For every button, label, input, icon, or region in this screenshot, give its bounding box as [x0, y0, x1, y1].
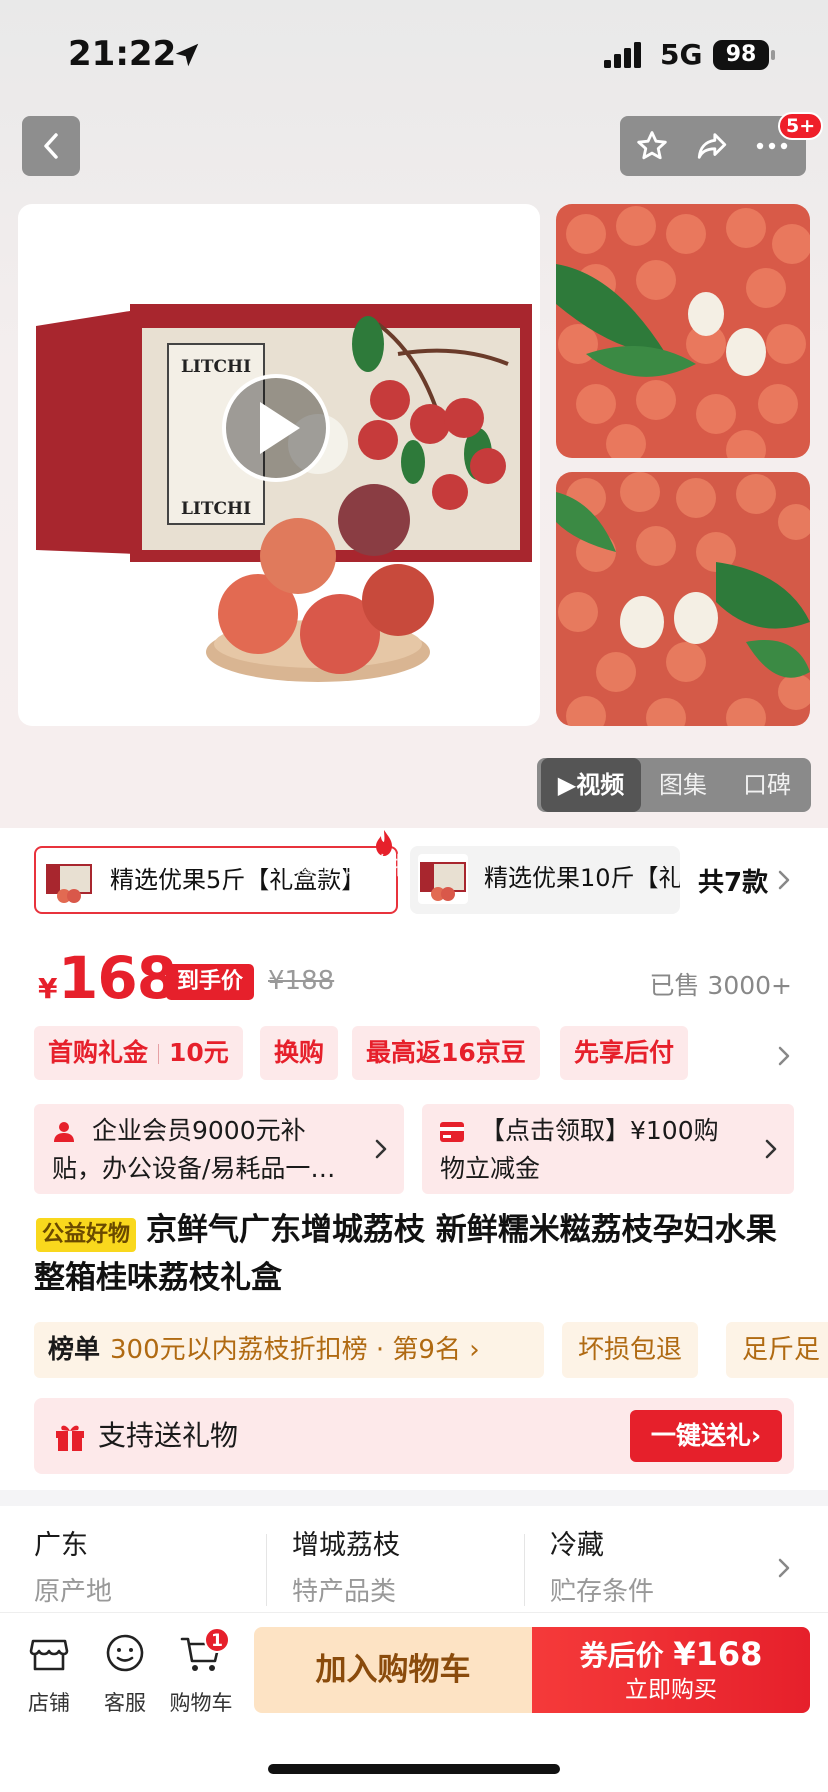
service-tag[interactable]: 足斤足 — [726, 1322, 828, 1378]
attribute-value: 广东 — [34, 1530, 88, 1561]
promo-label: 换购 — [274, 1038, 325, 1067]
attribute-divider — [266, 1534, 267, 1606]
customer-service-icon — [106, 1634, 144, 1672]
promo-label: 先享后付 — [574, 1038, 675, 1067]
attribute-value: 增城荔枝 — [292, 1530, 400, 1561]
variant-thumbnail — [418, 854, 468, 904]
favorite-button[interactable] — [632, 126, 672, 166]
tab-gallery[interactable]: 图集 — [641, 758, 725, 812]
coupon-text: 企业会员9000元补贴，办公设备/易耗品一… — [52, 1116, 336, 1183]
share-icon — [697, 133, 727, 159]
chevron-right-icon — [765, 1139, 777, 1159]
cellular-signal-icon — [604, 42, 641, 68]
shop-button[interactable]: 店铺 — [14, 1631, 84, 1717]
charity-badge: 公益好物 — [36, 1218, 137, 1252]
coupon-cashback[interactable]: 【点击领取】¥100购物立减金 — [422, 1104, 794, 1194]
tab-reviews[interactable]: 口碑 — [725, 758, 809, 812]
variant-option[interactable]: 精选优果10斤【礼 — [410, 846, 680, 914]
status-bar: 21:22 5G 98 — [0, 0, 828, 110]
ranking-banner[interactable]: 榜单 300元以内荔枝折扣榜 · 第9名 › — [34, 1322, 544, 1378]
attribute-divider — [524, 1534, 525, 1606]
box-label-top: LITCHI — [181, 357, 251, 377]
ranking-text: 300元以内荔枝折扣榜 · 第9名 › — [110, 1335, 480, 1365]
add-to-cart-button[interactable]: 加入购物车 — [254, 1627, 532, 1713]
promo-first-purchase[interactable]: 首购礼金 10元 — [34, 1026, 243, 1080]
variants-count[interactable]: 共7款 — [698, 862, 768, 899]
cart-label: 购物车 — [169, 1691, 233, 1715]
variant-thumbnail — [44, 856, 94, 906]
home-indicator — [268, 1764, 560, 1774]
price-amount: 168 — [58, 944, 177, 1012]
notification-badge: 5+ — [778, 112, 824, 140]
chevron-right-icon[interactable] — [776, 868, 792, 892]
service-button[interactable]: 客服 — [90, 1631, 160, 1717]
promo-label: 首购礼金 — [48, 1038, 149, 1067]
attribute-origin: 广东 原产地 — [34, 1526, 254, 1612]
media-tabs: ▶视频 图集 口碑 — [537, 758, 811, 812]
buy-now-button[interactable]: 券后价 ¥168 立即购买 — [532, 1627, 810, 1713]
chevron-left-icon — [44, 133, 58, 159]
lychee-photo-1 — [556, 204, 810, 458]
share-button[interactable] — [692, 126, 732, 166]
attribute-key: 原产地 — [34, 1577, 113, 1607]
chevron-right-icon — [375, 1139, 387, 1159]
gift-label: 支持送礼物 — [98, 1419, 239, 1452]
hero-area: 21:22 5G 98 5+ LITCHI LITCHI ▶视频 图集 口碑 — [0, 0, 828, 828]
attribute-value: 冷藏 — [550, 1530, 604, 1561]
cart-count-badge: 1 — [204, 1627, 230, 1653]
box-label-bottom: LITCHI — [181, 499, 251, 519]
promo-jd-beans[interactable]: 最高返16京豆 — [352, 1026, 540, 1080]
star-icon — [637, 131, 667, 160]
product-box-illustration: LITCHI LITCHI — [36, 304, 532, 682]
attribute-key: 特产品类 — [292, 1577, 397, 1607]
gift-icon — [56, 1425, 84, 1451]
coupon-enterprise[interactable]: 企业会员9000元补贴，办公设备/易耗品一… — [34, 1104, 404, 1194]
buy-price-label: 券后价 — [579, 1639, 664, 1672]
service-label: 客服 — [104, 1691, 146, 1715]
product-title: 京鲜气广东增城荔枝 新鲜糯米糍荔枝孕妇水果整箱桂味荔枝礼盒 — [34, 1212, 777, 1296]
sold-count: 已售 3000+ — [649, 971, 792, 1000]
chevron-right-icon[interactable] — [776, 1044, 792, 1068]
service-tag[interactable]: 坏损包退 — [562, 1322, 699, 1378]
attribute-category: 增城荔枝 特产品类 — [292, 1526, 512, 1612]
more-dots-icon — [756, 142, 788, 150]
send-gift-button[interactable]: 一键送礼› — [630, 1410, 782, 1462]
promo-separator — [158, 1044, 160, 1064]
ranking-label: 榜单 — [48, 1335, 101, 1365]
status-time: 21:22 — [68, 34, 177, 74]
price-type-badge: 到手价 — [166, 964, 254, 1000]
variant-label: 精选优果10斤【礼 — [484, 864, 680, 892]
battery-icon: 98 — [713, 40, 769, 70]
attribute-storage: 冷藏 贮存条件 — [550, 1526, 770, 1612]
promo-value: 10元 — [169, 1038, 229, 1067]
promo-pay-later[interactable]: 先享后付 — [560, 1026, 689, 1080]
promo-label: 最高返16京豆 — [366, 1038, 526, 1067]
attribute-key: 贮存条件 — [550, 1577, 655, 1607]
buy-price: ¥168 — [673, 1635, 763, 1673]
shop-label: 店铺 — [28, 1691, 70, 1715]
location-arrow-icon — [175, 43, 199, 67]
tab-video[interactable]: ▶视频 — [541, 758, 641, 812]
back-button[interactable] — [22, 116, 80, 176]
buy-now-label: 立即购买 — [625, 1677, 717, 1703]
battery-nub — [771, 50, 775, 60]
section-divider — [0, 1490, 828, 1506]
coupon-text: 【点击领取】¥100购物立减金 — [440, 1116, 719, 1183]
thumbnail-image-2[interactable] — [556, 472, 810, 726]
price-currency: ¥ — [38, 972, 58, 1005]
promo-exchange[interactable]: 换购 — [260, 1026, 339, 1080]
main-product-image[interactable]: LITCHI LITCHI — [18, 204, 540, 726]
network-type: 5G — [660, 38, 703, 71]
lychee-photo-2 — [556, 472, 810, 726]
shop-icon — [29, 1639, 69, 1671]
chevron-right-icon[interactable] — [776, 1556, 792, 1580]
original-price: ¥188 — [268, 966, 335, 996]
thumbnail-image-1[interactable] — [556, 204, 810, 458]
gift-banner: 支持送礼物 一键送礼› — [34, 1398, 794, 1474]
